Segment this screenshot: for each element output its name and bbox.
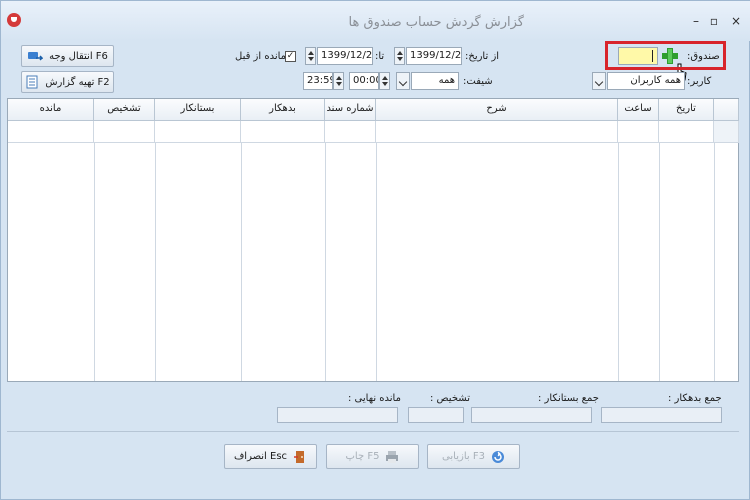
shift-label: شیفت: <box>463 76 493 87</box>
detection-label: تشخیص : <box>430 393 470 404</box>
grid-divider <box>659 143 660 381</box>
exit-door-icon <box>294 450 305 463</box>
cancel-button-label: انصراف Esc <box>233 451 288 462</box>
grid-cell[interactable] <box>241 121 325 143</box>
grid-divider <box>94 143 95 381</box>
grid-header-detection[interactable]: تشخیص <box>94 99 155 121</box>
grid-cell[interactable] <box>618 121 659 143</box>
shift-select[interactable]: همه <box>411 72 459 90</box>
from-date-input[interactable]: 1399/12/26 <box>406 47 462 65</box>
shift-dropdown-arrow[interactable] <box>396 72 410 90</box>
window-title: گزارش گردش حساب صندوق ها <box>348 15 524 30</box>
time-to-input[interactable]: 23:59 <box>303 72 333 90</box>
highlight-box <box>605 41 726 70</box>
grid-divider <box>618 143 619 381</box>
restore-button-label: بازیابی F3 <box>442 451 485 462</box>
previous-balance-checkbox[interactable]: ✓ <box>285 51 296 62</box>
time-from-spinner[interactable] <box>379 72 390 90</box>
restore-button[interactable]: بازیابی F3 <box>427 444 520 469</box>
refresh-icon <box>491 450 504 463</box>
separator <box>7 431 739 432</box>
transfer-button-label: انتقال وجه F6 <box>49 50 108 62</box>
user-select[interactable]: همه کاربران <box>607 72 685 90</box>
credit-total-label: جمع بستانکار : <box>538 393 599 404</box>
cancel-button[interactable]: انصراف Esc <box>224 444 317 469</box>
debit-total-field <box>601 407 722 423</box>
transactions-grid[interactable]: تاریخ ساعت شرح شماره سند بدهکار بستانکار… <box>7 98 739 382</box>
grid-divider <box>714 143 715 381</box>
print-button[interactable]: چاپ F5 <box>326 444 419 469</box>
grid-header-time[interactable]: ساعت <box>618 99 659 121</box>
grid-cell[interactable] <box>155 121 241 143</box>
report-window: × ▫ – گزارش گردش حساب صندوق ها صندوق: از… <box>0 0 750 500</box>
debit-total-label: جمع بدهکار : <box>668 393 722 404</box>
previous-balance-label: مانده از قبل <box>235 51 287 62</box>
time-to-spinner[interactable] <box>333 72 344 90</box>
to-date-input[interactable]: 1399/12/26 <box>317 47 373 65</box>
grid-header-balance[interactable]: مانده <box>8 99 94 121</box>
prepare-report-button[interactable]: تهیه گزارش F2 <box>21 71 114 93</box>
printer-icon <box>386 450 399 463</box>
grid-row-indicator <box>714 121 739 143</box>
final-balance-label: مانده نهایی : <box>348 393 401 404</box>
grid-divider <box>325 143 326 381</box>
credit-total-field <box>471 407 592 423</box>
report-icon <box>26 75 38 89</box>
from-date-spinner[interactable] <box>394 47 405 65</box>
final-balance-field <box>277 407 398 423</box>
grid-header-document-number[interactable]: شماره سند <box>325 99 376 121</box>
close-button[interactable]: × <box>729 14 743 28</box>
grid-header-description[interactable]: شرح <box>376 99 618 121</box>
grid-header-debit[interactable]: بدهکار <box>241 99 325 121</box>
minimize-button[interactable]: – <box>689 14 703 28</box>
detection-field <box>408 407 464 423</box>
grid-header-credit[interactable]: بستانکار <box>155 99 241 121</box>
grid-cell[interactable] <box>94 121 155 143</box>
user-dropdown-arrow[interactable] <box>592 72 606 90</box>
grid-header-date[interactable]: تاریخ <box>659 99 714 121</box>
grid-header-indicator <box>714 99 739 121</box>
to-date-spinner[interactable] <box>305 47 316 65</box>
from-date-label: از تاریخ: <box>465 51 500 62</box>
maximize-button[interactable]: ▫ <box>707 14 721 28</box>
grid-cell[interactable] <box>325 121 376 143</box>
user-label: کاربر: <box>687 76 712 87</box>
to-date-label: تا: <box>375 51 385 62</box>
grid-cell[interactable] <box>8 121 94 143</box>
time-from-input[interactable]: 00:00 <box>349 72 379 90</box>
transfer-button[interactable]: انتقال وجه F6 <box>21 45 114 67</box>
grid-divider <box>241 143 242 381</box>
grid-divider <box>155 143 156 381</box>
print-button-label: چاپ F5 <box>345 451 380 462</box>
grid-cell[interactable] <box>376 121 618 143</box>
prepare-report-button-label: تهیه گزارش F2 <box>45 76 110 88</box>
money-transfer-icon <box>28 52 44 61</box>
app-logo-icon <box>7 13 21 27</box>
grid-cell[interactable] <box>659 121 714 143</box>
grid-divider <box>376 143 377 381</box>
